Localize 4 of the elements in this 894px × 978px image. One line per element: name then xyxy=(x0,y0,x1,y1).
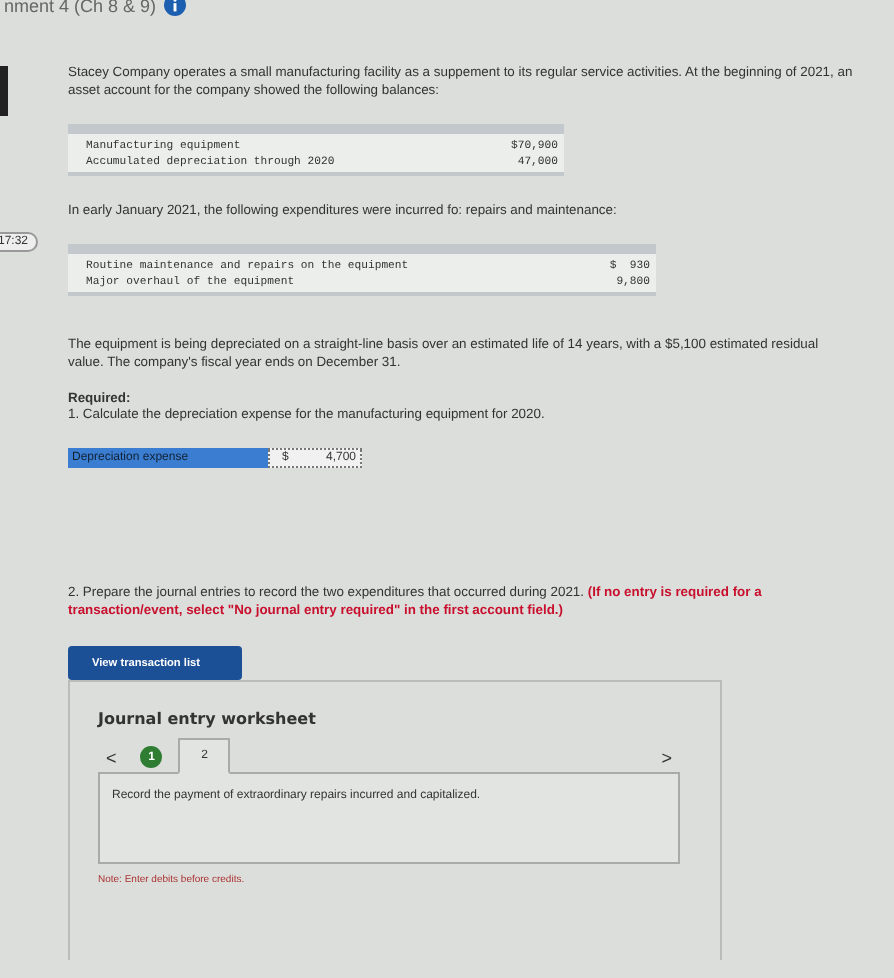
info-icon[interactable] xyxy=(164,0,187,16)
next-button[interactable]: > xyxy=(653,744,680,772)
worksheet-title: Journal entry worksheet xyxy=(98,710,318,728)
previous-button[interactable]: < xyxy=(98,744,125,772)
